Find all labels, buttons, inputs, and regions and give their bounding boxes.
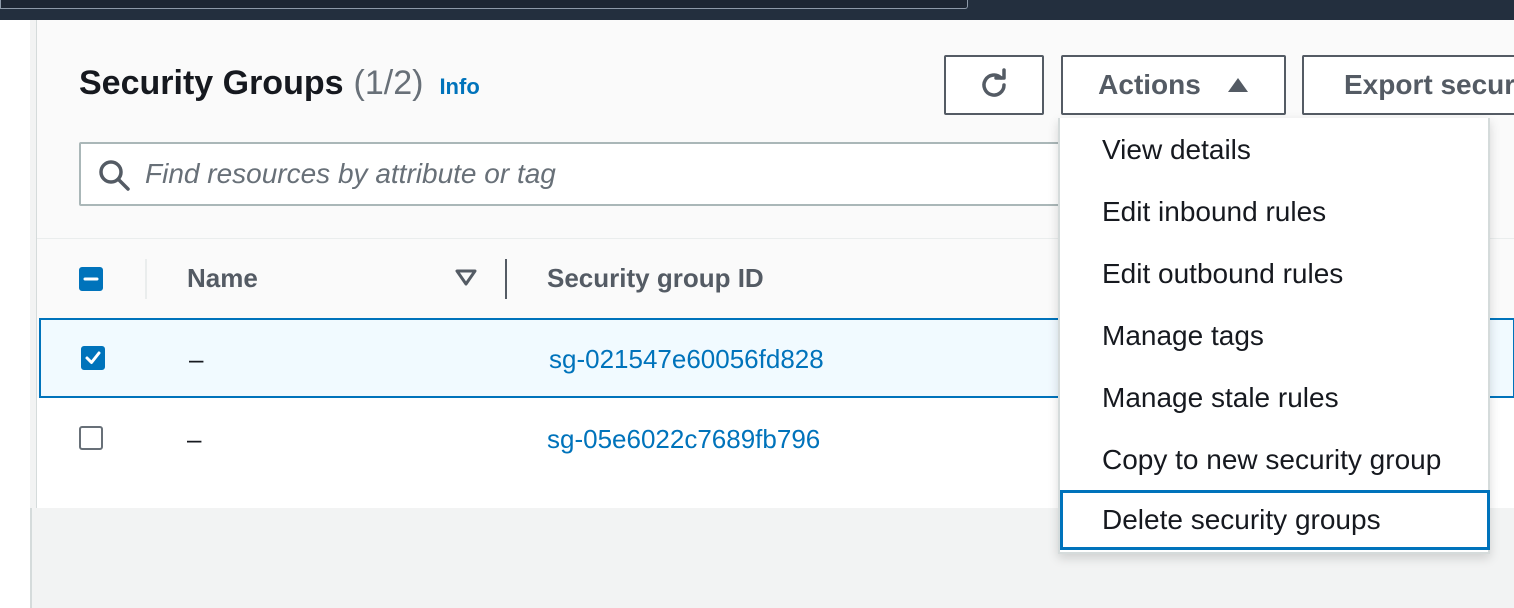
column-resizer[interactable] (505, 259, 507, 299)
search-icon (99, 160, 130, 191)
export-button[interactable]: Export secur (1302, 55, 1514, 115)
menu-item-manage-stale-rules[interactable]: Manage stale rules (1060, 368, 1488, 428)
column-separator (145, 259, 147, 299)
indeterminate-icon (83, 277, 99, 281)
sort-icon[interactable] (455, 269, 477, 287)
actions-button[interactable]: Actions (1061, 55, 1286, 115)
menu-item-manage-tags[interactable]: Manage tags (1060, 306, 1488, 366)
row-checkbox[interactable] (81, 346, 105, 370)
top-search-box[interactable] (0, 0, 968, 9)
left-rail (0, 20, 30, 608)
search-field[interactable]: Find resources by attribute or tag (79, 142, 1079, 206)
actions-label: Actions (1098, 69, 1201, 100)
row-checkbox[interactable] (79, 426, 103, 450)
row-name: – (189, 344, 204, 374)
refresh-icon (982, 68, 1006, 97)
export-label: Export secur (1344, 69, 1514, 100)
menu-item-edit-inbound-rules[interactable]: Edit inbound rules (1060, 182, 1488, 242)
actions-dropdown-menu: View details Edit inbound rules Edit out… (1058, 118, 1490, 554)
info-link[interactable]: Info (439, 74, 479, 100)
top-navigation-bar (0, 0, 1514, 20)
page-title: Security Groups (1/2) Info (79, 64, 480, 103)
menu-item-delete-security-groups[interactable]: Delete security groups (1060, 490, 1490, 550)
row-name: – (187, 424, 202, 454)
menu-item-copy-to-new-security-group[interactable]: Copy to new security group (1060, 430, 1488, 490)
column-header-security-group-id[interactable]: Security group ID (547, 263, 764, 294)
security-group-id-link[interactable]: sg-021547e60056fd828 (549, 344, 824, 375)
menu-item-edit-outbound-rules[interactable]: Edit outbound rules (1060, 244, 1488, 304)
select-all-checkbox[interactable] (79, 267, 103, 291)
refresh-button[interactable] (944, 55, 1044, 115)
column-header-name[interactable]: Name (187, 263, 258, 294)
menu-item-view-details[interactable]: View details (1060, 120, 1488, 180)
search-placeholder: Find resources by attribute or tag (145, 158, 556, 189)
security-group-id-link[interactable]: sg-05e6022c7689fb796 (547, 424, 820, 455)
caret-up-icon (1227, 78, 1248, 92)
selection-count: (1/2) (353, 64, 424, 102)
page-title-text: Security Groups (79, 64, 344, 102)
checkmark-icon (85, 351, 101, 364)
